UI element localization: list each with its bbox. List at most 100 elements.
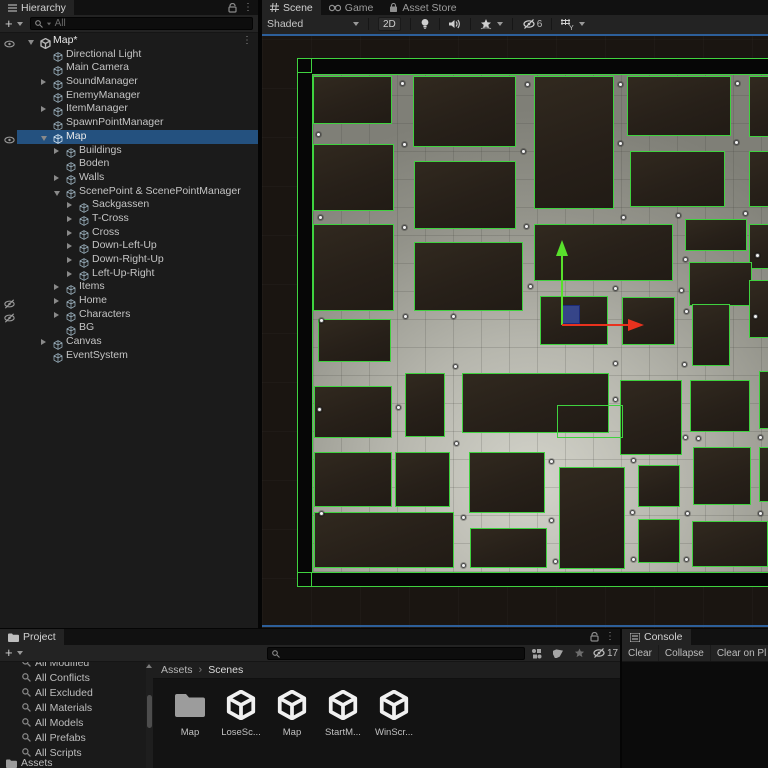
gizmo-x-arrow-icon[interactable] — [628, 318, 645, 332]
hierarchy-row[interactable]: ItemManager — [0, 102, 258, 117]
expander-icon[interactable] — [67, 243, 72, 250]
expander-icon[interactable] — [54, 298, 59, 305]
map-building-block[interactable] — [630, 151, 725, 207]
scene-point[interactable] — [631, 458, 636, 463]
scene-point[interactable] — [613, 361, 618, 366]
scene-point[interactable] — [631, 557, 636, 562]
hierarchy-row[interactable]: Walls — [0, 171, 258, 186]
map-building-block[interactable] — [749, 280, 768, 338]
scene-point[interactable] — [618, 141, 623, 146]
expander-icon[interactable] — [67, 229, 72, 236]
scene-point[interactable] — [753, 314, 758, 319]
hierarchy-row[interactable]: BG — [0, 321, 258, 336]
file-item[interactable]: Map — [168, 687, 212, 738]
map-building-block[interactable] — [470, 528, 547, 568]
scene-point[interactable] — [758, 435, 763, 440]
map-building-block[interactable] — [318, 319, 391, 362]
map-building-block[interactable] — [690, 380, 750, 432]
expander-icon[interactable] — [41, 79, 46, 86]
scene-point[interactable] — [318, 215, 323, 220]
search-by-type-button[interactable] — [531, 648, 542, 659]
expander-icon[interactable] — [67, 270, 72, 277]
expander-icon[interactable] — [67, 215, 72, 222]
map-building-block[interactable] — [749, 76, 768, 137]
expander-icon[interactable] — [67, 202, 72, 209]
scene-point[interactable] — [679, 288, 684, 293]
file-item[interactable]: LoseSc... — [219, 687, 263, 738]
map-building-block[interactable] — [620, 380, 682, 455]
favorite-item[interactable]: All Modified — [0, 662, 146, 670]
scene-audio-button[interactable] — [448, 19, 461, 29]
lock-icon[interactable] — [228, 2, 237, 13]
map-building-block[interactable] — [414, 242, 523, 311]
scene-point[interactable] — [454, 441, 459, 446]
scene-point[interactable] — [461, 515, 466, 520]
scene-options-icon[interactable]: ⋮ — [242, 36, 252, 46]
project-sidebar-scrollbar[interactable] — [146, 662, 153, 768]
scene-point[interactable] — [682, 362, 687, 367]
scene-point[interactable] — [630, 510, 635, 515]
hierarchy-row[interactable]: Cross — [0, 226, 258, 240]
hierarchy-row[interactable]: SpawnPointManager — [0, 116, 258, 131]
tab-asset-store[interactable]: Asset Store — [381, 0, 465, 15]
breadcrumb-assets[interactable]: Assets — [161, 664, 193, 676]
map-building-block[interactable] — [395, 452, 450, 507]
map-building-block[interactable] — [314, 512, 454, 568]
hierarchy-row[interactable]: Down-Left-Up — [0, 239, 258, 254]
scene-effects-button[interactable] — [480, 18, 492, 30]
map-building-block[interactable] — [749, 151, 768, 207]
scene-point[interactable] — [683, 257, 688, 262]
expander-icon[interactable] — [54, 174, 59, 181]
map-building-block[interactable] — [314, 386, 392, 438]
tab-project[interactable]: Project — [0, 629, 64, 645]
scene-point[interactable] — [316, 132, 321, 137]
map-building-block[interactable] — [685, 219, 747, 251]
hierarchy-row[interactable]: Main Camera — [0, 61, 258, 76]
favorites-button[interactable] — [574, 647, 585, 659]
scene-point[interactable] — [319, 318, 324, 323]
scene-point[interactable] — [402, 142, 407, 147]
lock-icon[interactable] — [590, 632, 599, 642]
expander-icon[interactable] — [54, 284, 59, 291]
map-building-block[interactable] — [627, 76, 731, 136]
scene-point[interactable] — [549, 518, 554, 523]
scene-point[interactable] — [684, 309, 689, 314]
gizmo-y-axis[interactable] — [561, 256, 563, 325]
scroll-up-icon[interactable] — [146, 664, 152, 668]
expander-icon[interactable] — [41, 106, 46, 113]
hierarchy-row[interactable]: ScenePoint & ScenePointManager — [0, 185, 258, 199]
hierarchy-row[interactable]: SoundManager — [0, 75, 258, 90]
scene-point[interactable] — [402, 225, 407, 230]
gizmo-x-axis[interactable] — [562, 324, 630, 326]
project-add-button[interactable]: + — [5, 646, 13, 659]
sidebar-item-assets[interactable]: Assets — [6, 757, 53, 768]
console-log-area[interactable] — [622, 662, 768, 768]
search-filter-caret-icon[interactable] — [46, 22, 51, 25]
file-item[interactable]: StartM... — [321, 687, 365, 738]
hierarchy-row[interactable]: Items — [0, 280, 258, 295]
hierarchy-add-caret-icon[interactable] — [16, 21, 23, 26]
collapse-icon[interactable] — [41, 135, 47, 141]
scene-point[interactable] — [685, 511, 690, 516]
hierarchy-row[interactable]: Home — [0, 294, 258, 309]
expander-icon[interactable] — [67, 257, 72, 263]
hierarchy-row[interactable]: EnemyManager — [0, 89, 258, 103]
scene-point[interactable] — [696, 436, 701, 441]
map-building-block[interactable] — [692, 304, 730, 366]
map-outline-rect[interactable] — [557, 405, 623, 438]
2d-toggle-button[interactable]: 2D — [378, 17, 401, 31]
project-visibility-button[interactable]: 17 — [592, 648, 618, 659]
tab-scene[interactable]: Scene — [262, 0, 321, 15]
scene-point[interactable] — [734, 140, 739, 145]
shading-mode-dropdown[interactable]: Shaded — [267, 18, 359, 30]
project-search-input[interactable] — [267, 647, 525, 660]
project-menu-icon[interactable]: ⋮ — [605, 632, 615, 642]
map-building-block[interactable] — [313, 76, 392, 124]
favorite-item[interactable]: All Materials — [0, 700, 146, 715]
expander-icon[interactable] — [54, 147, 59, 154]
hierarchy-row[interactable]: Boden — [0, 157, 258, 172]
map-building-block[interactable] — [692, 521, 768, 567]
gizmo-y-arrow-icon[interactable] — [555, 240, 569, 257]
map-building-block[interactable] — [313, 144, 394, 211]
hierarchy-row[interactable]: Buildings — [0, 144, 258, 158]
